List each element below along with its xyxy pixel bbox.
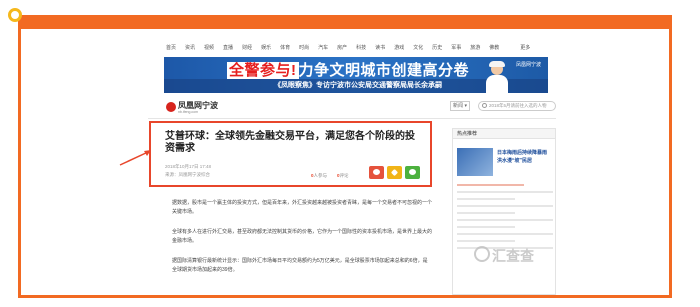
nav-item[interactable]: 资讯 <box>185 43 195 53</box>
nav-item[interactable]: 游戏 <box>394 43 404 53</box>
banner-title-highlight: 全警参与! <box>227 62 299 79</box>
corner-dot-icon <box>8 8 22 22</box>
share-weibo-button[interactable] <box>369 166 384 179</box>
nav-item[interactable]: 首页 <box>166 43 176 53</box>
article-counts: 0人参与 0评论 <box>311 173 349 179</box>
chevron-down-icon: ▾ <box>464 103 467 109</box>
article-header-highlight: 艾普环球：全球领先金融交易平台，满足您各个阶段的投资需求 2018年10月17日… <box>149 121 432 187</box>
participants-label: 人参与 <box>313 173 328 178</box>
wechat-icon <box>409 169 416 175</box>
watermark-logo-icon <box>474 246 490 262</box>
article-paragraph: 据国际清算银行最新统计显示：国际外汇市场每日平均交易额约为5万亿美元，是全球股票… <box>172 258 428 273</box>
phoenix-logo-icon <box>166 102 176 112</box>
frame-right-border <box>669 15 672 298</box>
frame-left-border <box>18 15 21 298</box>
nav-item[interactable]: 旅游 <box>470 43 480 53</box>
search-placeholder: 2018年5月请前往入选的人物 <box>489 103 547 108</box>
sidebar-list <box>457 184 553 254</box>
sidebar-list-item[interactable] <box>457 198 515 200</box>
article-title: 艾普环球：全球领先金融交易平台，满足您各个阶段的投资需求 <box>165 131 415 154</box>
share-buttons <box>369 166 420 179</box>
top-banner-ad[interactable]: 全警参与! 力争文明城市创建高分卷 《凤眼察焦》专访宁波市公安局交通警察局局长余承… <box>164 57 548 93</box>
watermark-text: 汇查查 <box>492 248 534 264</box>
article-source[interactable]: 来源：凤凰网宁波综合 <box>165 172 210 178</box>
banner-title: 全警参与! 力争文明城市创建高分卷 <box>227 59 469 80</box>
sidebar-list-item[interactable] <box>457 233 553 235</box>
nav-item[interactable]: 科技 <box>356 43 366 53</box>
sidebar-recommend: 热点推荐 日本梅雨后持续降暴雨 洪水漫“坡”民居 <box>452 128 556 295</box>
nav-item[interactable]: 读书 <box>375 43 385 53</box>
nav-item[interactable]: 汽车 <box>318 43 328 53</box>
site-logo-url: nb.ifeng.com <box>178 110 199 114</box>
article-paragraph: 全球有多人在进行外汇交易，甚至政府都无法控制其货币的价格，它作为一个国际性的资本… <box>172 229 433 244</box>
banner-title-rest: 力争文明城市创建高分卷 <box>298 62 470 79</box>
police-officer-image <box>484 61 510 93</box>
officer-body <box>486 75 508 93</box>
nav-item[interactable]: 文化 <box>413 43 423 53</box>
site-logo[interactable]: 凤凰网宁波 nb.ifeng.com <box>166 101 236 114</box>
sidebar-thumbnail[interactable] <box>457 148 493 176</box>
sidebar-list-item[interactable] <box>457 212 515 214</box>
nav-item[interactable]: 房产 <box>337 43 347 53</box>
nav-item[interactable]: 娱乐 <box>261 43 271 53</box>
share-wechat-button[interactable] <box>405 166 420 179</box>
nav-item[interactable]: 财经 <box>242 43 252 53</box>
article-paragraph: 据数据，股市是一个赢主体的投资方式，但是百年来，外汇投资越来越被投资者青睐，是每… <box>172 200 433 215</box>
nav-item[interactable]: 视频 <box>204 43 214 53</box>
sidebar-list-item[interactable] <box>457 205 553 207</box>
sidebar-thumb-title[interactable]: 日本梅雨后持续降暴雨 洪水漫“坡”民居 <box>497 149 553 165</box>
sidebar-list-item[interactable] <box>457 226 515 228</box>
header-divider <box>148 118 556 119</box>
search-area: 新闻 ▾ 2018年5月请前往入选的人物 <box>450 101 556 111</box>
search-icon <box>482 103 487 108</box>
sidebar-header: 热点推荐 <box>453 129 555 139</box>
top-nav: 首页 资讯 视频 直播 财经 娱乐 体育 时尚 汽车 房产 科技 读书 游戏 文… <box>166 43 556 53</box>
frame-bottom-border <box>18 295 672 298</box>
nav-item[interactable]: 时尚 <box>299 43 309 53</box>
sidebar-list-item[interactable] <box>457 240 515 242</box>
share-qzone-button[interactable] <box>387 166 402 179</box>
nav-item[interactable]: 历史 <box>432 43 442 53</box>
nav-item[interactable]: 军事 <box>451 43 461 53</box>
nav-more-link[interactable]: 更多 <box>520 43 530 53</box>
nav-item[interactable]: 体育 <box>280 43 290 53</box>
article-datetime: 2018年10月17日 17:48 <box>165 164 212 169</box>
sidebar-list-item[interactable] <box>457 191 553 193</box>
officer-hat <box>489 61 505 67</box>
weibo-icon <box>373 169 380 175</box>
search-category-select[interactable]: 新闻 ▾ <box>450 101 470 111</box>
nav-item[interactable]: 直播 <box>223 43 233 53</box>
sidebar-list-item[interactable] <box>457 184 525 186</box>
frame-top-bar <box>18 15 672 29</box>
banner-subtitle: 《凤眼察焦》专访宁波市公安局交通警察局局长余承嗣 <box>274 82 442 89</box>
search-category-value: 新闻 <box>453 103 464 109</box>
star-icon <box>390 168 399 177</box>
search-input[interactable]: 2018年5月请前往入选的人物 <box>478 101 556 111</box>
banner-logo: 凤凰网宁波 <box>516 62 542 68</box>
nav-item[interactable]: 佛教 <box>489 43 499 53</box>
participants-count[interactable]: 0人参与 <box>311 173 327 179</box>
sidebar-list-item[interactable] <box>457 219 553 221</box>
red-arrow-annotation <box>119 150 151 166</box>
comments-label: 评论 <box>339 173 349 178</box>
comments-count[interactable]: 0评论 <box>337 173 349 179</box>
